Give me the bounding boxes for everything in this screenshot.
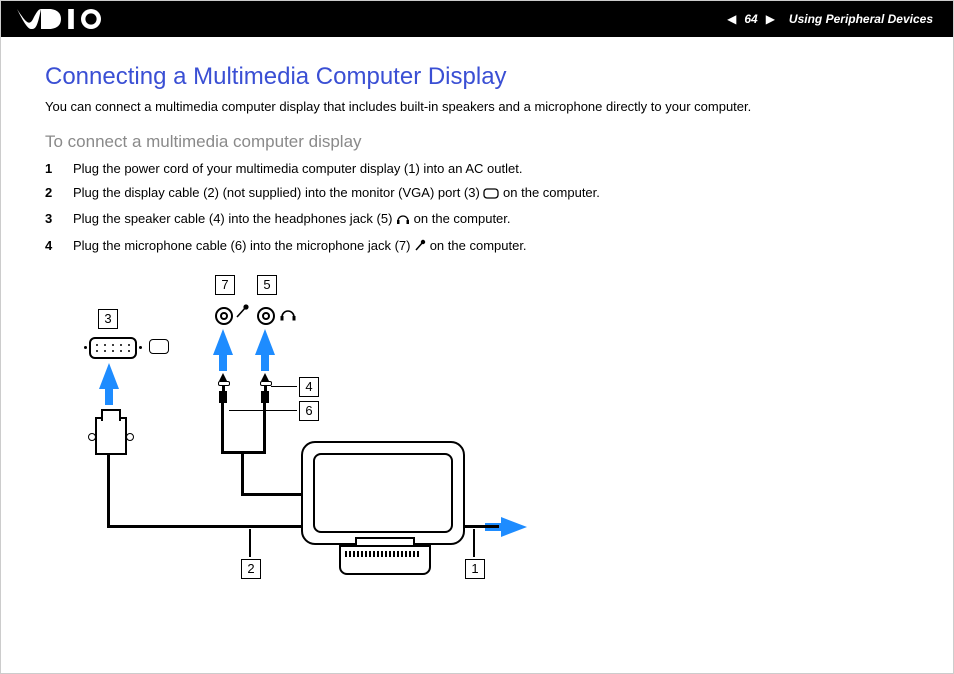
step-4: 4 Plug the microphone cable (6) into the… [45, 237, 909, 257]
leader-line [271, 386, 297, 388]
crt-monitor-icon [281, 433, 481, 583]
step-number: 1 [45, 160, 59, 178]
callout-3: 3 [98, 309, 118, 329]
connection-diagram: 3 7 5 4 6 2 1 [53, 263, 613, 593]
manual-page: ◀ 64 ▶ Using Peripheral Devices Connecti… [0, 0, 954, 674]
callout-4: 4 [299, 377, 319, 397]
vaio-logo [17, 9, 113, 29]
cable [241, 451, 244, 495]
step-1: 1 Plug the power cord of your multimedia… [45, 160, 909, 178]
arrow-up-icon [213, 329, 233, 355]
procedure-heading: To connect a multimedia computer display [45, 132, 909, 152]
audio-plug-icon [261, 373, 269, 401]
monitor-port-icon [483, 186, 499, 204]
step-list: 1 Plug the power cord of your multimedia… [45, 160, 909, 257]
leader-line [249, 529, 251, 557]
monitor-port-icon [149, 339, 169, 354]
callout-7: 7 [215, 275, 235, 295]
vga-connector-icon [95, 417, 127, 455]
step-text: on the computer. [430, 238, 527, 253]
nav-prev-icon[interactable]: ◀ [727, 12, 736, 26]
content-area: Connecting a Multimedia Computer Display… [1, 37, 953, 593]
header-bar: ◀ 64 ▶ Using Peripheral Devices [1, 1, 953, 37]
step-text: Plug the microphone cable (6) into the m… [73, 238, 414, 253]
callout-2: 2 [241, 559, 261, 579]
callout-6: 6 [299, 401, 319, 421]
vga-port-icon [89, 337, 137, 359]
mic-jack-icon [215, 307, 233, 325]
callout-5: 5 [257, 275, 277, 295]
arrow-up-icon [99, 363, 119, 389]
cable [107, 525, 307, 528]
headphones-icon [396, 212, 410, 230]
arrow-up-icon [255, 329, 275, 355]
step-text: on the computer. [414, 211, 511, 226]
headphone-jack-icon [257, 307, 275, 325]
step-text: Plug the speaker cable (4) into the head… [73, 211, 396, 226]
microphone-icon [235, 303, 249, 324]
step-text: Plug the display cable (2) (not supplied… [73, 185, 483, 200]
cable [221, 403, 224, 453]
microphone-icon [414, 239, 426, 257]
page-number: 64 [744, 12, 757, 26]
step-number: 2 [45, 184, 59, 204]
section-title: Using Peripheral Devices [789, 12, 933, 26]
headphones-icon [279, 305, 297, 326]
step-3: 3 Plug the speaker cable (4) into the he… [45, 210, 909, 230]
intro-text: You can connect a multimedia computer di… [45, 99, 909, 114]
step-number: 4 [45, 237, 59, 257]
step-2: 2 Plug the display cable (2) (not suppli… [45, 184, 909, 204]
audio-plug-icon [219, 373, 227, 401]
arrow-right-icon [501, 517, 527, 537]
header-nav: ◀ 64 ▶ Using Peripheral Devices [727, 12, 933, 26]
nav-next-icon[interactable]: ▶ [766, 12, 775, 26]
step-text: Plug the power cord of your multimedia c… [73, 161, 522, 176]
cable [263, 403, 266, 453]
step-number: 3 [45, 210, 59, 230]
page-title: Connecting a Multimedia Computer Display [45, 63, 909, 91]
cable [107, 453, 110, 527]
step-text: on the computer. [503, 185, 600, 200]
